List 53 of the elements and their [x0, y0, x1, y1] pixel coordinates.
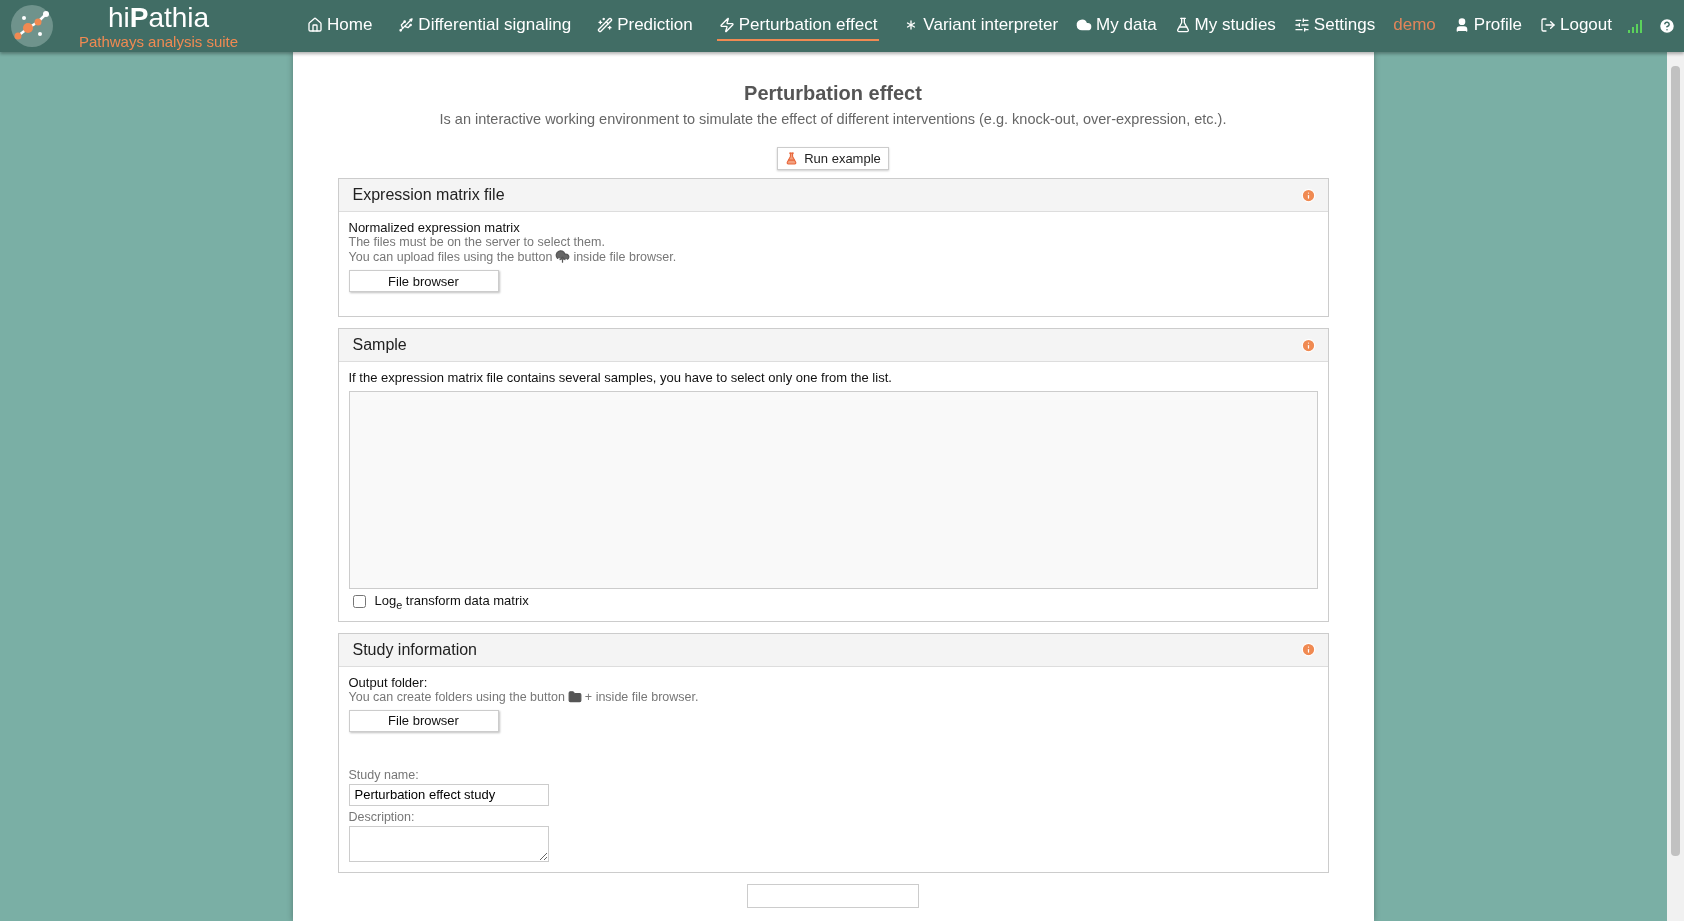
- nav-link[interactable]: Perturbation effect: [716, 11, 880, 41]
- nav-link[interactable]: Differential signaling: [396, 11, 574, 41]
- signal-icon: [1628, 19, 1644, 33]
- panel-title: Expression matrix file: [352, 186, 505, 204]
- nav-link[interactable]: Profile: [1451, 11, 1524, 41]
- nav-link[interactable]: Prediction: [595, 11, 695, 41]
- cloud-upload-icon: [555, 249, 571, 264]
- submit-button[interactable]: [747, 883, 919, 908]
- nav-link[interactable]: My data: [1074, 11, 1159, 41]
- field-label: Description:: [348, 809, 415, 824]
- flask-icon: [785, 152, 799, 165]
- cloud-icon: [1076, 17, 1093, 33]
- log-checkbox[interactable]: [352, 595, 366, 609]
- help-text: + inside file browser.: [584, 689, 699, 704]
- sliders-icon: [1293, 17, 1310, 33]
- panel-title: Sample: [352, 336, 407, 354]
- help-text: You can create folders using the button: [348, 689, 565, 704]
- logo-icon: [10, 4, 54, 48]
- nav-link[interactable]: Settings: [1291, 11, 1378, 41]
- home-icon: [307, 17, 323, 33]
- help-icon[interactable]: [1658, 17, 1676, 35]
- file-browser-button[interactable]: File browser: [348, 270, 499, 292]
- checkbox-label: Log$_{e}$ transform data matrix: [374, 593, 529, 611]
- field-label: Output folder:: [348, 674, 428, 690]
- app-tagline: Pathways analysis suite: [78, 32, 239, 50]
- study-name-input[interactable]: Perturbation effect study: [348, 783, 549, 806]
- lightning-icon: [718, 17, 735, 33]
- info-icon: [1300, 642, 1316, 658]
- panel-title: Study information: [352, 640, 477, 659]
- help-text: If the expression matrix file contains several samples, you have to select only one from the list.: [348, 370, 892, 385]
- page-subtitle: Is an interactive working environment to simulate the effect of different interventions (e.g. knock-out, over-expression, etc.).: [439, 111, 1227, 127]
- help-text: The files must be on the server to select them.: [348, 235, 605, 249]
- file-browser-button[interactable]: File browser: [348, 709, 499, 732]
- description-input[interactable]: [348, 825, 549, 862]
- page-title: Perturbation effect: [744, 82, 922, 105]
- field-label: Study name:: [348, 767, 419, 782]
- help-text: You can upload files using the button: [348, 249, 553, 264]
- wand-icon: [597, 17, 614, 33]
- help-text: inside file browser.: [573, 249, 677, 264]
- field-label: Normalized expression matrix: [348, 220, 520, 235]
- sample-list[interactable]: [348, 391, 1318, 589]
- run-example-button[interactable]: Run example: [777, 147, 889, 170]
- usb-icon: [398, 17, 415, 33]
- folder-icon: [567, 689, 582, 704]
- info-icon: [1300, 187, 1316, 203]
- logout-icon: [1540, 17, 1556, 33]
- nav-link[interactable]: My studies: [1172, 11, 1278, 41]
- nav-link[interactable]: Home: [305, 11, 375, 41]
- info-icon: [1300, 337, 1316, 353]
- nav-link[interactable]: Logout: [1538, 11, 1614, 41]
- nav-link[interactable]: Variant interpreter: [901, 11, 1061, 41]
- app-name: hiPathia: [107, 2, 210, 33]
- flask-icon: [1174, 17, 1191, 33]
